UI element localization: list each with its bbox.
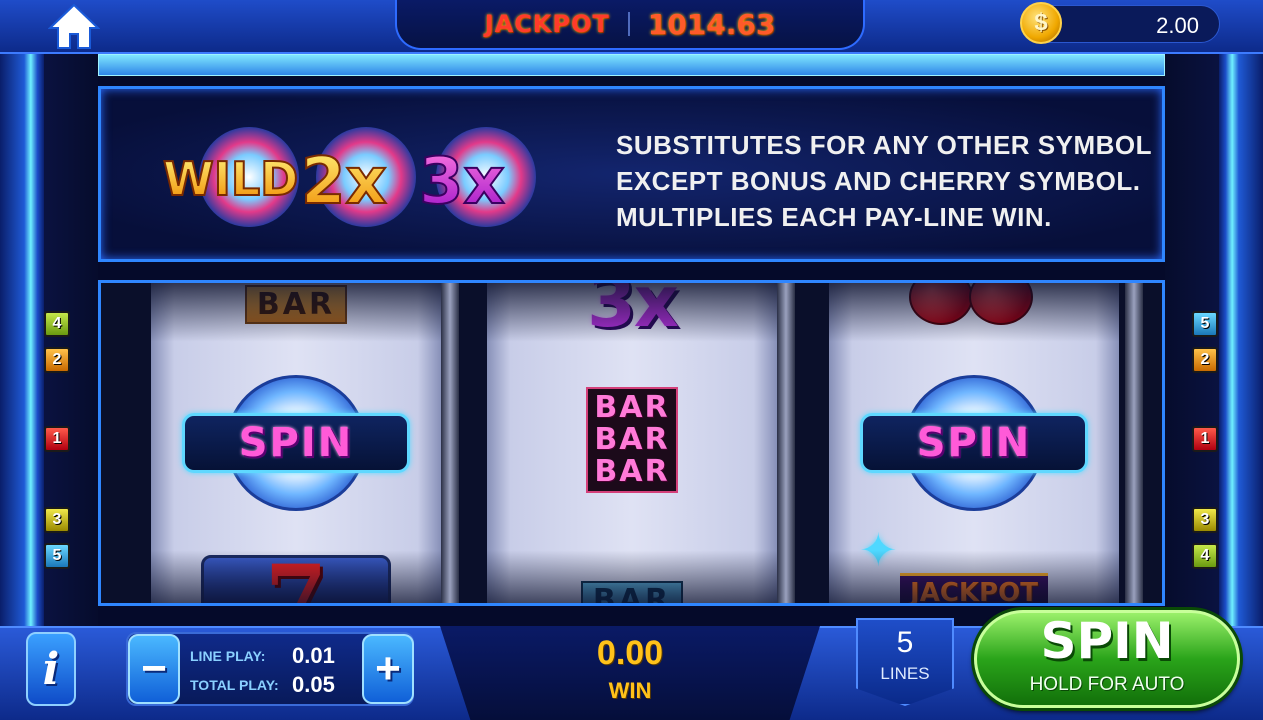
seven-symbol: 7 <box>201 555 391 603</box>
top-light-strip <box>98 54 1165 76</box>
jackpot-value: 1014.63 <box>647 7 776 41</box>
reel-2-top-symbol: 3x <box>487 283 777 343</box>
spin-wheel-symbol: SPIN <box>182 375 410 511</box>
reel-2: 3x BAR BAR BAR BAR <box>487 283 777 603</box>
lines-count[interactable]: 5 <box>856 626 954 660</box>
jackpot-panel: JACKPOT 1014.63 <box>395 0 865 50</box>
cherry-icon <box>899 283 1049 329</box>
left-glow-frame <box>0 54 44 626</box>
lucky-jackpot-symbol: JACKPOT <box>900 573 1048 603</box>
triple-bar-symbol: BAR BAR BAR <box>586 387 678 493</box>
left-marker-column <box>44 54 98 626</box>
line-marker-right-4[interactable]: 4 <box>1192 543 1218 569</box>
line-marker-left-5[interactable]: 5 <box>44 543 70 569</box>
line-marker-left-1[interactable]: 1 <box>44 426 70 452</box>
lines-label: LINES <box>880 664 930 683</box>
reel-3: SPIN JACKPOT ✦ <box>829 283 1119 603</box>
reel-2-bottom-symbol: BAR <box>487 581 777 603</box>
bar-row-1: BAR <box>594 390 670 425</box>
spin-button-label[interactable]: SPIN <box>974 612 1240 670</box>
line-marker-right-2[interactable]: 2 <box>1192 347 1218 373</box>
reel-area[interactable]: BAR SPIN 7 3x BAR BAR BAR <box>98 280 1165 606</box>
spin-wheel-symbol: SPIN <box>860 375 1088 511</box>
info-button[interactable]: i <box>26 632 76 706</box>
decrease-bet-button[interactable]: − <box>128 634 180 704</box>
reel-2-middle-symbol: BAR BAR BAR <box>487 387 777 493</box>
spin-button-sublabel: HOLD FOR AUTO <box>1029 674 1185 695</box>
line-marker-left-3[interactable]: 3 <box>44 507 70 533</box>
spin-band: SPIN <box>860 413 1088 473</box>
reel-1-middle-symbol: SPIN <box>151 375 441 511</box>
reel-1: BAR SPIN 7 <box>151 283 441 603</box>
reel-3-middle-symbol: SPIN <box>829 375 1119 511</box>
line-marker-left-4[interactable]: 4 <box>44 311 70 337</box>
cherry-right <box>969 283 1033 325</box>
line-marker-right-3[interactable]: 3 <box>1192 507 1218 533</box>
jackpot-label: JACKPOT <box>484 10 610 38</box>
multiplier-2x-text: 2x <box>301 145 387 219</box>
reel-divider <box>777 283 795 603</box>
paytable-description: SUBSTITUTES FOR ANY OTHER SYMBOL EXCEPT … <box>616 127 1153 235</box>
line-marker-right-5[interactable]: 5 <box>1192 311 1218 337</box>
description-line-3: MULTIPLIES EACH PAY-LINE WIN. <box>616 202 1052 232</box>
coin-symbol: $ <box>1034 9 1048 36</box>
paytable-info-panel: WILD 2x 3x SUBSTITUTES FOR ANY OTHER SYM… <box>98 86 1165 262</box>
description-line-1: SUBSTITUTES FOR ANY OTHER SYMBOL <box>616 130 1153 160</box>
line-play-label: LINE PLAY: <box>190 648 266 664</box>
star-icon: ✦ <box>859 523 898 577</box>
reel-3-top-symbol <box>829 283 1119 329</box>
win-label: WIN <box>608 678 652 703</box>
reel-3-bottom-symbol: JACKPOT <box>829 573 1119 603</box>
bar-row-3: BAR <box>594 454 670 489</box>
wild-multiplier-logo: WILD 2x 3x <box>162 127 536 227</box>
line-play-value: 0.01 <box>292 643 335 668</box>
line-marker-right-1[interactable]: 1 <box>1192 426 1218 452</box>
right-glow-frame <box>1219 54 1263 626</box>
increase-bet-button[interactable]: + <box>362 634 414 704</box>
spin-symbol-text: SPIN <box>916 420 1032 466</box>
description-line-2: EXCEPT BONUS AND CHERRY SYMBOL. <box>616 166 1141 196</box>
wild-symbol-text: WILD <box>163 152 298 206</box>
seven-symbol-text: 7 <box>265 558 328 603</box>
right-marker-column <box>1165 54 1219 626</box>
bar-row-2: BAR <box>594 422 670 457</box>
jackpot-divider <box>627 12 630 36</box>
bar-symbol: BAR <box>580 581 684 603</box>
total-play-value: 0.05 <box>292 672 335 697</box>
coin-icon: $ <box>1020 2 1062 44</box>
win-value: 0.00 <box>596 634 664 672</box>
total-play-label: TOTAL PLAY: <box>190 677 279 693</box>
reel-1-top-symbol: BAR <box>151 285 441 324</box>
home-icon <box>47 3 101 49</box>
balance-value: 2.00 <box>1156 13 1199 38</box>
spin-band: SPIN <box>182 413 410 473</box>
reel-divider <box>441 283 459 603</box>
multiplier-3x-symbol: 3x <box>587 283 679 343</box>
spin-symbol-text: SPIN <box>238 420 354 466</box>
reel-divider <box>1125 283 1143 603</box>
multiplier-3x-text: 3x <box>419 145 505 219</box>
home-button[interactable] <box>47 2 101 50</box>
reel-1-bottom-symbol: 7 <box>151 555 441 603</box>
cherry-left <box>909 283 973 325</box>
line-marker-left-2[interactable]: 2 <box>44 347 70 373</box>
bar-symbol: BAR <box>244 285 348 324</box>
